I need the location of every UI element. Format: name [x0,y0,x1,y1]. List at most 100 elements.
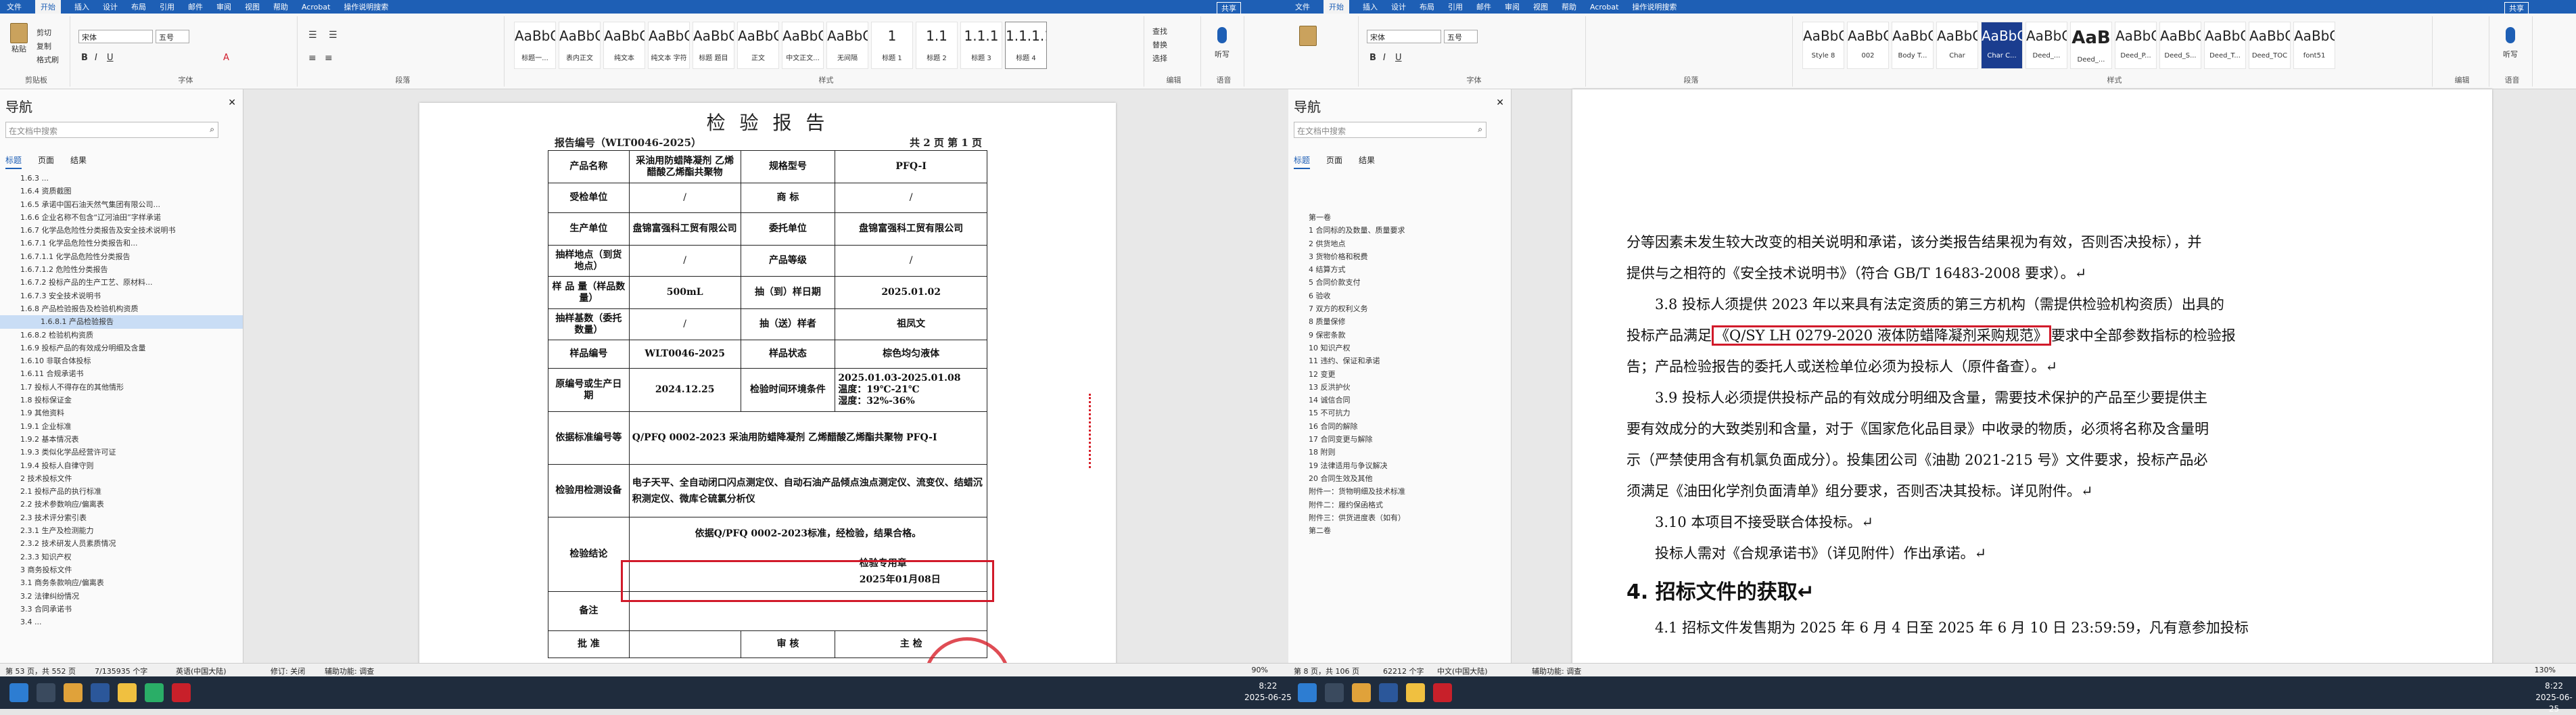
browser-icon[interactable] [64,683,83,702]
nav-heading-item[interactable]: 1.6.7.1 化学品危险性分类报告和... [0,237,243,250]
nav-heading-item[interactable]: 2.1 投标产品的执行标准 [0,485,243,498]
nav-heading-item[interactable]: 17 合同变更与解除 [1288,433,1511,446]
search-icon[interactable] [37,683,55,702]
dictate-button[interactable]: 听写 [1215,49,1230,60]
nav-heading-item[interactable]: 2 技术投标文件 [0,472,243,485]
style-item[interactable]: AaBbC Deed_P... [2115,22,2157,69]
nav-heading-item[interactable]: 3.4 ... [0,616,243,628]
menu-tell-me[interactable]: 操作说明搜索 [1632,1,1677,12]
menu-home[interactable]: 开始 [1324,0,1349,14]
menu-mailings[interactable]: 邮件 [1476,1,1491,12]
paste-icon[interactable] [1299,26,1317,46]
wechat-icon[interactable] [145,683,164,702]
nav-heading-item[interactable]: 4 结算方式 [1288,263,1511,276]
nav-heading-item[interactable]: 2.3.2 技术研发人员素质情况 [0,537,243,550]
menu-layout[interactable]: 布局 [1420,1,1434,12]
style-item[interactable]: 1.1 标题 2 [916,22,958,69]
microphone-icon[interactable] [2506,27,2515,43]
style-item[interactable]: AaBbCcD中文正文... [782,22,824,69]
nav-heading-item[interactable]: 3.2 法律纠纷情况 [0,590,243,603]
nav-heading-item[interactable]: 1.6.4 资质截图 [0,185,243,198]
style-item[interactable]: AaBbCcD纯文本 [603,22,645,69]
bold-button[interactable]: B [1369,53,1376,63]
menu-layout[interactable]: 布局 [131,1,146,12]
zoom-level[interactable]: 130% [2535,666,2556,674]
tab-results[interactable]: 结果 [70,154,87,169]
select-button[interactable]: 选择 [1152,53,1167,64]
nav-heading-item[interactable]: 1.6.7.1.2 危险性分类报告 [0,263,243,276]
nav-heading-item[interactable]: 附件二：履约保函格式 [1288,499,1511,511]
dictate-button[interactable]: 听写 [2503,49,2518,60]
nav-heading-item[interactable]: 1.6.7 化学品危险性分类报告及安全技术说明书 [0,224,243,237]
bold-button[interactable]: B [81,53,88,63]
language[interactable]: 中文(中国大陆) [1437,666,1488,676]
nav-heading-item[interactable]: 12 变更 [1288,368,1511,381]
share-button[interactable]: 共享 [2504,2,2529,14]
menu-file[interactable]: 文件 [1295,1,1310,12]
word-count[interactable]: 62212 个字 [1383,666,1424,676]
nav-heading-item[interactable]: 1.6.9 投标产品的有效成分明细及含量 [0,342,243,354]
nav-heading-item[interactable]: 5 合同价款支付 [1288,276,1511,289]
cut-button[interactable]: 剪切 [37,27,51,38]
format-painter-button[interactable]: 格式刷 [37,54,59,65]
menu-references[interactable]: 引用 [160,1,174,12]
nav-heading-item[interactable]: 1.6.7.3 安全技术说明书 [0,290,243,302]
menu-file[interactable]: 文件 [7,1,22,12]
browser-icon[interactable] [1352,683,1371,702]
nav-heading-item[interactable]: 2.3 技术评分索引表 [0,511,243,524]
left-clock[interactable]: 8:22 2025-06-25 [1244,681,1292,704]
nav-heading-item[interactable]: 1.9.2 基本情况表 [0,433,243,446]
menu-design[interactable]: 设计 [1391,1,1406,12]
style-item[interactable]: AaBbCcStyle 8 [1802,22,1844,69]
menu-help[interactable]: 帮助 [1562,1,1576,12]
folder-icon[interactable] [118,683,137,702]
start-icon[interactable] [9,683,28,702]
nav-heading-item[interactable]: 10 知识产权 [1288,342,1511,354]
folder-icon[interactable] [1406,683,1425,702]
style-item[interactable]: AaBbCcEChar C... [1981,22,2023,69]
tab-pages[interactable]: 页面 [1326,154,1342,169]
word-icon[interactable] [1379,683,1398,702]
font-name-combo[interactable]: 宋体 [78,30,153,43]
style-item[interactable]: AaB Deed_... [2070,22,2112,69]
style-item[interactable]: AaBbC Deed_T... [2204,22,2246,69]
accessibility[interactable]: 辅助功能: 调查 [1532,666,1581,676]
nav-heading-item[interactable]: 1.6.3 ... [0,172,243,185]
page-count[interactable]: 第 8 页，共 106 页 [1294,666,1359,676]
style-item[interactable]: AaBbC Deed_... [2025,22,2067,69]
acrobat-icon[interactable] [1433,683,1452,702]
style-item[interactable]: AaBbC 标题 题目 [693,22,734,69]
underline-button[interactable]: U [107,53,114,63]
style-item[interactable]: 1.1.1.1标题 4 [1005,22,1047,69]
style-item[interactable]: AaBbCcEBody T... [1892,22,1934,69]
menu-help[interactable]: 帮助 [273,1,288,12]
font-size-combo[interactable]: 五号 [156,30,189,43]
nav-heading-item[interactable]: 1.9.3 类似化学品经营许可证 [0,446,243,459]
nav-heading-item[interactable]: 1.6.8.2 检验机构资质 [0,329,243,342]
start-icon[interactable] [1298,683,1317,702]
find-button[interactable]: 查找 [1152,26,1167,37]
replace-button[interactable]: 替换 [1152,39,1167,50]
font-size-combo[interactable]: 五号 [1444,30,1478,43]
italic-button[interactable]: I [1383,53,1386,63]
numbering-button[interactable]: ☰ [329,30,337,41]
nav-heading-item[interactable]: 3.1 商务条款响应/偏离表 [0,576,243,589]
align-left-button[interactable]: ≡ [308,53,317,64]
nav-heading-item[interactable]: 附件三：供货进度表（如有） [1288,511,1511,524]
word-icon[interactable] [91,683,110,702]
nav-heading-item[interactable]: 1.6.5 承诺中国石油天然气集团有限公司... [0,198,243,211]
font-name-combo[interactable]: 宋体 [1367,30,1441,43]
nav-heading-item[interactable]: 9 保密条款 [1288,329,1511,342]
nav-heading-item[interactable]: 15 不可抗力 [1288,407,1511,419]
menu-design[interactable]: 设计 [103,1,118,12]
tab-results[interactable]: 结果 [1359,154,1375,169]
nav-heading-item[interactable]: 附件一：货物明细及技术标准 [1288,485,1511,498]
close-icon[interactable]: ✕ [228,97,236,108]
nav-heading-item[interactable]: 3 货物价格和税费 [1288,250,1511,263]
right-clock[interactable]: 8:22 2025-06-25 [2532,681,2576,715]
style-item[interactable]: AaBbCc标题一... [514,22,556,69]
nav-heading-item[interactable]: 1.6.7.1.1 化学品危险性分类报告 [0,250,243,263]
word-count[interactable]: 7/135935 个字 [95,666,147,676]
menu-home[interactable]: 开始 [35,0,61,14]
nav-search-input[interactable]: 在文档中搜索 [1294,122,1486,138]
